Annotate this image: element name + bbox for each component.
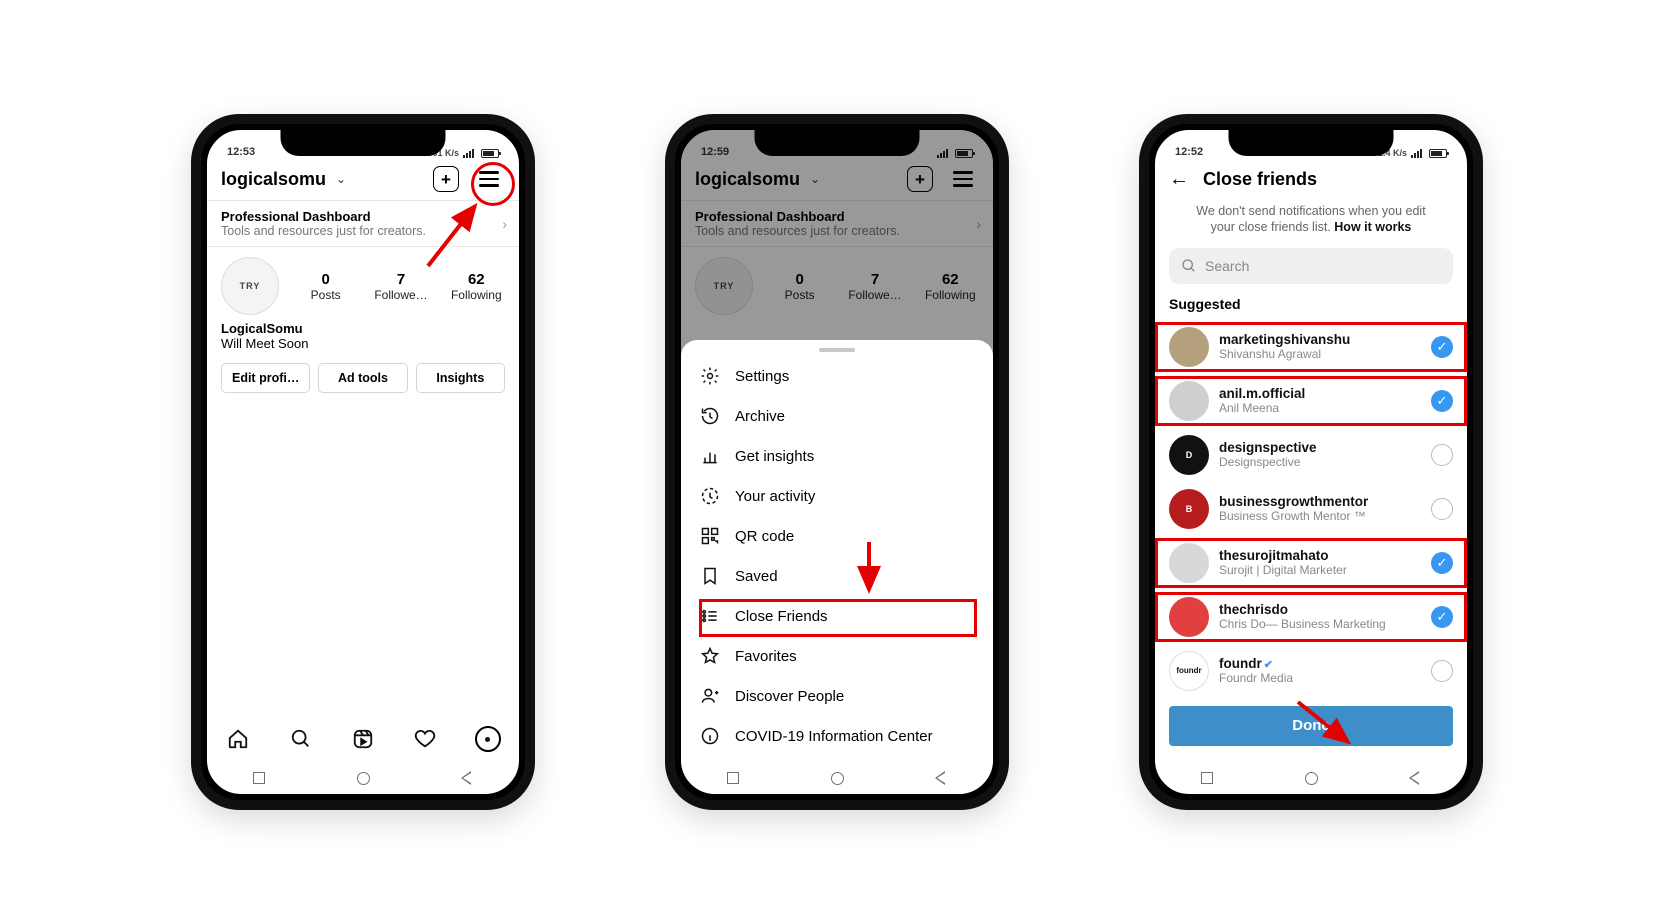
recent-icon[interactable] xyxy=(1201,772,1213,784)
list-item[interactable]: DdesignspectiveDesignspective xyxy=(1163,428,1459,482)
arrow-annotation xyxy=(1293,700,1363,750)
info-icon xyxy=(699,725,721,747)
profile-tab-icon[interactable] xyxy=(475,726,501,752)
insights-button[interactable]: Insights xyxy=(416,363,505,393)
suggested-heading: Suggested xyxy=(1155,296,1467,320)
activity-icon xyxy=(699,485,721,507)
edit-profile-button[interactable]: Edit profi… xyxy=(221,363,310,393)
activity-icon[interactable] xyxy=(412,726,438,752)
battery-icon xyxy=(1429,149,1447,158)
highlight-close-friends xyxy=(699,599,977,637)
list-item[interactable]: foundr foundr✔Foundr Media xyxy=(1163,644,1459,698)
display-name: LogicalSomu xyxy=(221,321,505,336)
settings-bottom-sheet: Settings Archive Get insights Your activ… xyxy=(681,340,993,794)
signal-icon xyxy=(463,148,477,158)
back-nav-icon[interactable] xyxy=(937,771,947,785)
menu-settings[interactable]: Settings xyxy=(681,356,993,396)
avatar: D xyxy=(1169,435,1209,475)
search-icon xyxy=(1181,258,1197,274)
menu-insights[interactable]: Get insights xyxy=(681,436,993,476)
menu-qr[interactable]: QR code xyxy=(681,516,993,556)
cf-description: We don't send notifications when you edi… xyxy=(1155,203,1467,248)
username-label: designspective xyxy=(1219,440,1317,455)
qr-icon xyxy=(699,525,721,547)
back-nav-icon[interactable] xyxy=(1411,771,1421,785)
username-label: businessgrowthmentor xyxy=(1219,494,1368,509)
checkbox-off-icon[interactable] xyxy=(1431,444,1453,466)
posts-metric[interactable]: 0Posts xyxy=(297,271,354,302)
home-nav-icon[interactable] xyxy=(831,772,844,785)
app-tabbar xyxy=(207,716,519,762)
recent-icon[interactable] xyxy=(727,772,739,784)
signal-icon xyxy=(1411,148,1425,158)
avatar: B xyxy=(1169,489,1209,529)
bookmark-icon xyxy=(699,565,721,587)
checkbox-off-icon[interactable] xyxy=(1431,660,1453,682)
android-navbar xyxy=(681,762,993,794)
list-item[interactable]: BbusinessgrowthmentorBusiness Growth Men… xyxy=(1163,482,1459,536)
checkbox-off-icon[interactable] xyxy=(1431,498,1453,520)
username-label: foundr✔ xyxy=(1219,656,1293,671)
followers-metric[interactable]: 7Followe… xyxy=(372,271,429,302)
highlight-selected xyxy=(1155,376,1467,426)
search-input[interactable]: Search xyxy=(1169,248,1453,284)
phone-menu: 12:59 logicalsomu ⌄ + Professional Dashb… xyxy=(665,114,1009,810)
avatar-placeholder: TRY xyxy=(240,281,261,291)
menu-discover[interactable]: Discover People xyxy=(681,676,993,716)
android-navbar xyxy=(207,762,519,794)
chevron-down-icon[interactable]: ⌄ xyxy=(336,172,346,186)
back-nav-icon[interactable] xyxy=(463,771,473,785)
recent-icon[interactable] xyxy=(253,772,265,784)
back-arrow-icon[interactable]: ← xyxy=(1169,168,1189,191)
bio-line: Will Meet Soon xyxy=(221,336,505,351)
menu-favorites[interactable]: Favorites xyxy=(681,636,993,676)
highlight-selected xyxy=(1155,538,1467,588)
arrow-annotation xyxy=(849,540,889,600)
reels-icon[interactable] xyxy=(350,726,376,752)
search-placeholder: Search xyxy=(1205,258,1249,274)
phone-close-friends: 12:52 1.4 K/s ← Close friends We don't s… xyxy=(1139,114,1483,810)
highlight-selected xyxy=(1155,322,1467,372)
chart-icon xyxy=(699,445,721,467)
highlight-selected xyxy=(1155,592,1467,642)
avatar: foundr xyxy=(1169,651,1209,691)
fullname-label: Foundr Media xyxy=(1219,671,1293,685)
username[interactable]: logicalsomu xyxy=(221,169,326,190)
sheet-handle[interactable] xyxy=(819,348,855,352)
how-it-works-link[interactable]: How it works xyxy=(1334,220,1411,234)
android-navbar xyxy=(1155,762,1467,794)
battery-icon xyxy=(481,149,499,158)
clock: 12:53 xyxy=(227,146,255,158)
arrow-annotation xyxy=(423,196,483,276)
ad-tools-button[interactable]: Ad tools xyxy=(318,363,407,393)
menu-saved[interactable]: Saved xyxy=(681,556,993,596)
menu-covid[interactable]: COVID-19 Information Center xyxy=(681,716,993,756)
add-user-icon xyxy=(699,685,721,707)
search-icon[interactable] xyxy=(288,726,314,752)
verified-icon: ✔ xyxy=(1264,659,1273,671)
chevron-right-icon: › xyxy=(502,216,507,232)
menu-activity[interactable]: Your activity xyxy=(681,476,993,516)
menu-archive[interactable]: Archive xyxy=(681,396,993,436)
create-button[interactable]: + xyxy=(433,166,459,192)
fullname-label: Business Growth Mentor ™ xyxy=(1219,509,1368,523)
suggested-list: marketingshivanshuShivanshu Agrawal✓anil… xyxy=(1155,320,1467,698)
clock-icon xyxy=(699,405,721,427)
profile-avatar[interactable]: TRY xyxy=(221,257,279,315)
home-nav-icon[interactable] xyxy=(357,772,370,785)
home-icon[interactable] xyxy=(225,726,251,752)
fullname-label: Designspective xyxy=(1219,455,1317,469)
star-icon xyxy=(699,645,721,667)
gear-icon xyxy=(699,365,721,387)
home-nav-icon[interactable] xyxy=(1305,772,1318,785)
clock: 12:52 xyxy=(1175,146,1203,158)
page-title: Close friends xyxy=(1203,169,1317,190)
phone-profile: 12:53 501 K/s logicalsomu ⌄ + Profession… xyxy=(191,114,535,810)
